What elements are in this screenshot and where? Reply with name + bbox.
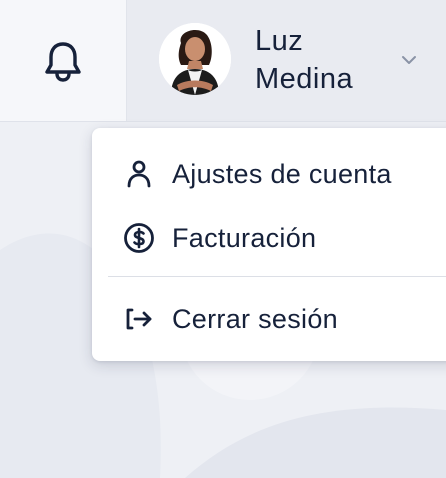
- user-dropdown-menu: Ajustes de cuenta Facturación Cerrar ses…: [92, 128, 446, 361]
- menu-item-billing[interactable]: Facturación: [92, 209, 446, 265]
- user-icon: [127, 160, 151, 188]
- menu-item-label: Ajustes de cuenta: [172, 159, 392, 189]
- user-first-name: Luz: [255, 25, 304, 57]
- avatar: [159, 23, 231, 95]
- bell-icon: [45, 41, 81, 82]
- menu-item-account-settings[interactable]: Ajustes de cuenta: [92, 145, 446, 201]
- user-last-name: Medina: [255, 63, 354, 95]
- menu-item-label: Facturación: [172, 223, 317, 253]
- chevron-down-icon: [402, 56, 416, 64]
- top-bar: Luz Medina: [0, 0, 446, 122]
- user-name: Luz Medina: [255, 22, 395, 98]
- notifications-button[interactable]: [0, 0, 127, 121]
- logout-icon: [126, 308, 152, 330]
- dollar-circle-icon: [124, 223, 154, 253]
- menu-item-label: Cerrar sesión: [172, 304, 338, 334]
- menu-divider: [108, 276, 446, 277]
- menu-item-logout[interactable]: Cerrar sesión: [92, 290, 446, 346]
- user-menu-toggle[interactable]: Luz Medina: [127, 0, 446, 121]
